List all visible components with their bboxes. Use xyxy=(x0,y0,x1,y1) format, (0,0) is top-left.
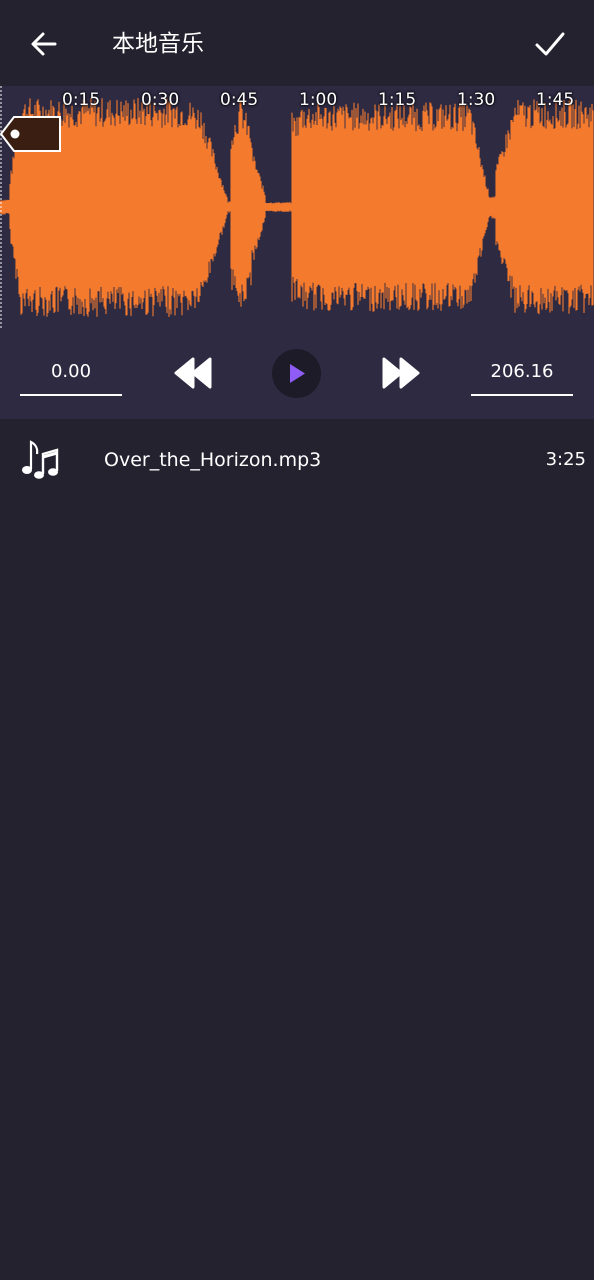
waveform[interactable] xyxy=(0,86,594,328)
timeline-tick: 1:15 xyxy=(378,90,417,110)
play-button[interactable] xyxy=(272,349,321,398)
start-trim-handle[interactable] xyxy=(0,116,62,152)
page-title: 本地音乐 xyxy=(112,31,204,57)
music-notes-icon xyxy=(22,440,59,479)
checkmark-icon xyxy=(535,32,565,56)
timeline-tick: 0:45 xyxy=(220,90,259,110)
timeline-ruler: 0:15 0:30 0:45 1:00 1:15 1:30 1:45 xyxy=(0,86,594,116)
back-button[interactable] xyxy=(22,22,66,66)
track-duration: 3:25 xyxy=(545,449,586,470)
timeline-tick: 1:00 xyxy=(299,90,338,110)
end-time-field[interactable]: 206.16 xyxy=(471,350,573,396)
fast-forward-icon xyxy=(382,357,420,389)
list-item[interactable]: Over_the_Horizon.mp3 3:25 xyxy=(0,420,594,500)
fast-forward-button[interactable] xyxy=(378,350,422,396)
audio-trim-editor: 0:15 0:30 0:45 1:00 1:15 1:30 1:45 0.00 206.16 xyxy=(0,86,594,419)
arrow-left-icon xyxy=(31,32,57,56)
track-name: Over_the_Horizon.mp3 xyxy=(104,449,322,471)
timeline-tick: 0:15 xyxy=(62,90,101,110)
timeline-tick: 0:30 xyxy=(141,90,180,110)
start-time-field[interactable]: 0.00 xyxy=(20,350,122,396)
rewind-button[interactable] xyxy=(172,350,216,396)
top-app-bar: 本地音乐 xyxy=(0,0,594,86)
confirm-button[interactable] xyxy=(528,22,572,66)
rewind-icon xyxy=(174,357,212,389)
play-icon xyxy=(290,364,305,383)
playback-controls: 0.00 206.16 xyxy=(0,328,594,419)
timeline-tick: 1:45 xyxy=(536,90,575,110)
timeline-tick: 1:30 xyxy=(457,90,496,110)
